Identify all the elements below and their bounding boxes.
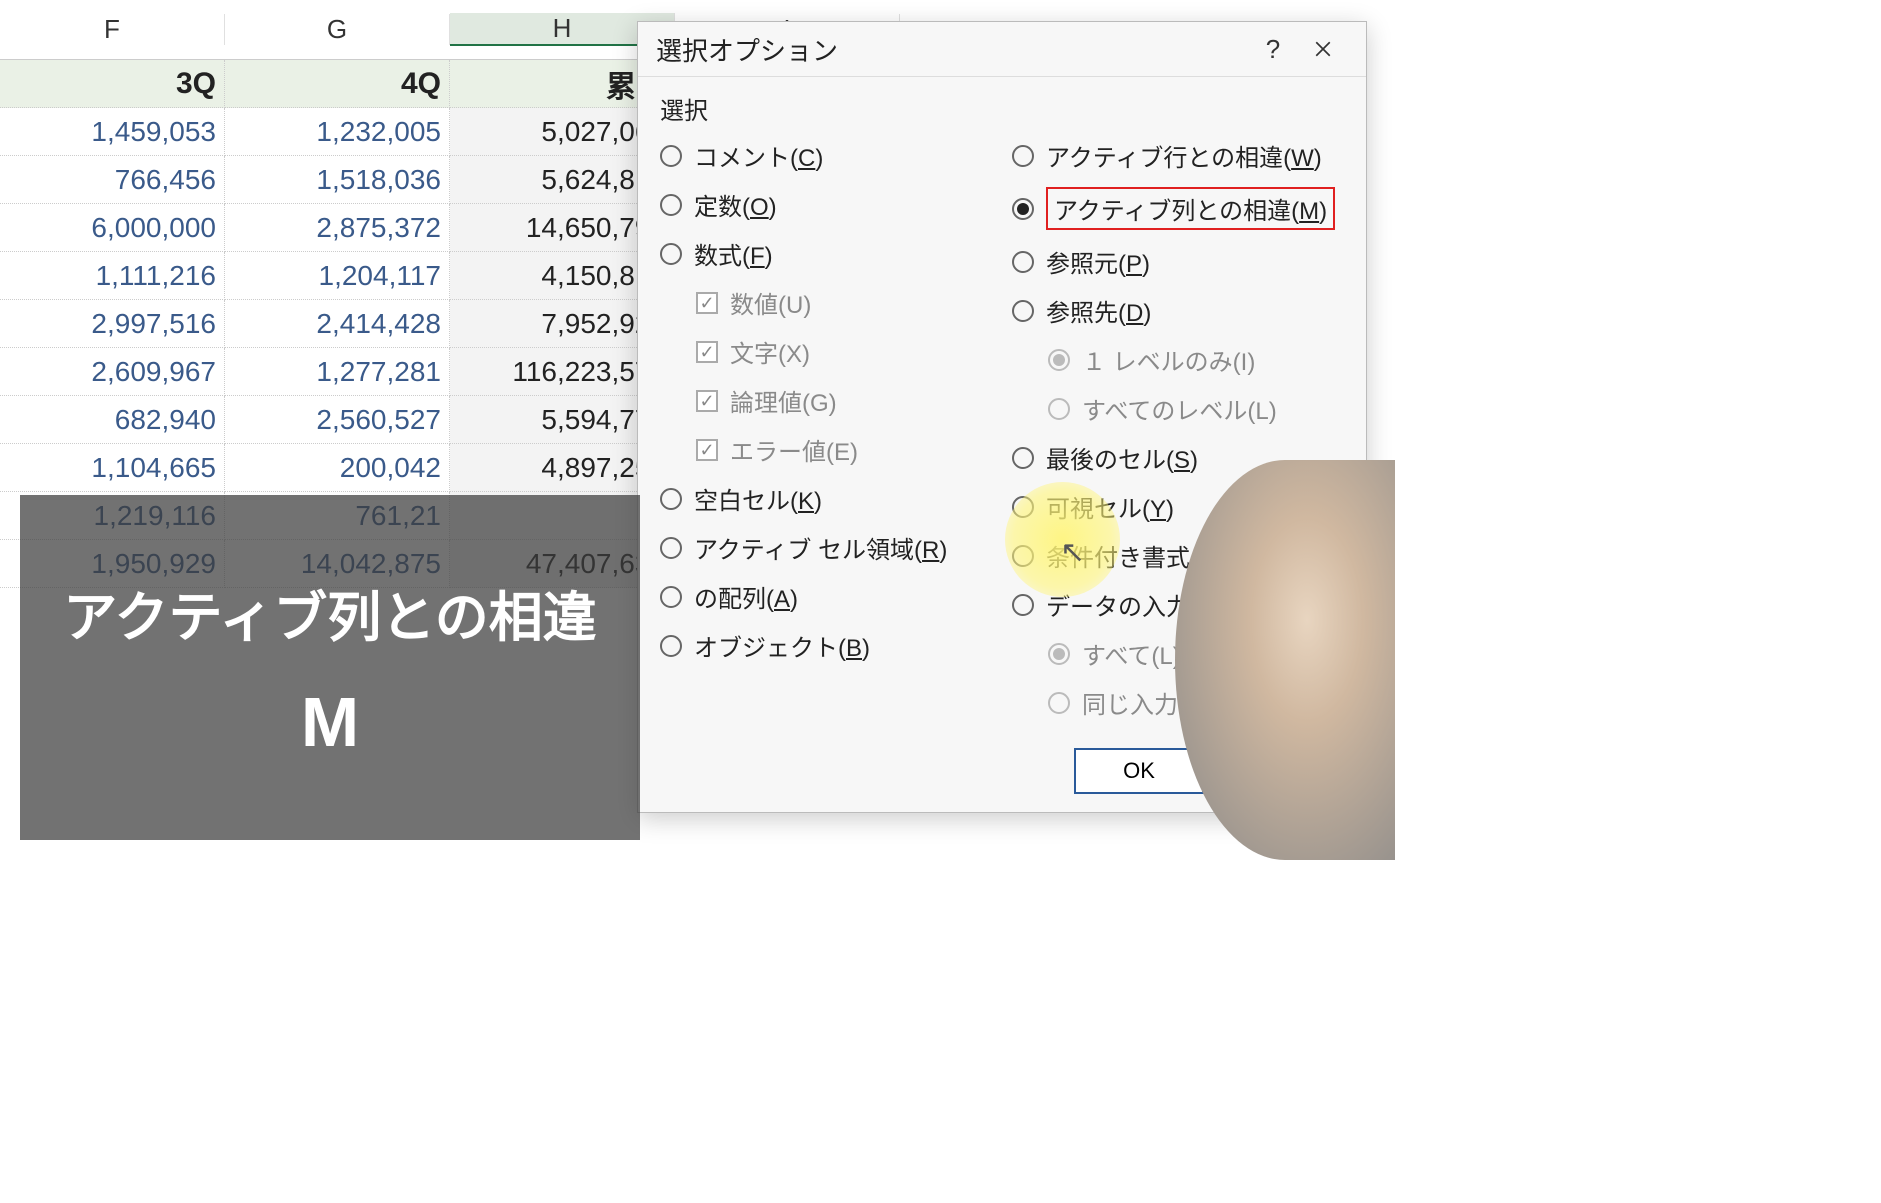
cell[interactable]: 2,875,372 (225, 204, 450, 252)
option-logical: 論理値(G) (696, 383, 992, 418)
checkbox-icon (696, 390, 718, 412)
cell[interactable]: 2,609,967 (0, 348, 225, 396)
radio-icon (1048, 349, 1070, 371)
cell[interactable]: 1,950,929 (0, 540, 225, 588)
cell[interactable]: 1,459,053 (0, 108, 225, 156)
option-precedents[interactable]: 参照元(P) (1012, 244, 1344, 279)
cell[interactable]: 14,042,875 (225, 540, 450, 588)
cell[interactable]: 2,997,516 (0, 300, 225, 348)
option-row-differences[interactable]: アクティブ行との相違(W) (1012, 138, 1344, 173)
option-current-region[interactable]: アクティブ セル領域(R) (660, 530, 992, 565)
option-constants[interactable]: 定数(O) (660, 187, 992, 222)
dialog-title: 選択オプション (656, 31, 1248, 68)
col-header-f[interactable]: F (0, 14, 225, 45)
radio-icon (660, 194, 682, 216)
option-formulas[interactable]: 数式(F) (660, 236, 992, 271)
cell[interactable]: 200,042 (225, 444, 450, 492)
radio-icon (1012, 447, 1034, 469)
option-dependents[interactable]: 参照先(D) (1012, 293, 1344, 328)
cell[interactable]: 1,518,036 (225, 156, 450, 204)
close-icon (1314, 40, 1332, 58)
radio-icon (1048, 692, 1070, 714)
col-header-g[interactable]: G (225, 14, 450, 45)
checkbox-icon (696, 439, 718, 461)
option-blanks[interactable]: 空白セル(K) (660, 481, 992, 516)
header-3q[interactable]: 3Q (0, 60, 225, 108)
header-4q[interactable]: 4Q (225, 60, 450, 108)
radio-icon (1048, 398, 1070, 420)
cell[interactable]: 682,940 (0, 396, 225, 444)
option-comments[interactable]: コメント(C) (660, 138, 992, 173)
option-text: 文字(X) (696, 334, 992, 369)
checkbox-icon (696, 292, 718, 314)
option-errors: エラー値(E) (696, 432, 992, 467)
help-button[interactable]: ? (1248, 29, 1298, 69)
option-all-levels: すべてのレベル(L) (1048, 391, 1344, 426)
cell[interactable]: 2,414,428 (225, 300, 450, 348)
option-numbers: 数値(U) (696, 285, 992, 320)
cell[interactable]: 1,232,005 (225, 108, 450, 156)
checkbox-icon (696, 341, 718, 363)
option-objects[interactable]: オブジェクト(B) (660, 628, 992, 663)
radio-icon (660, 488, 682, 510)
radio-icon (1012, 145, 1034, 167)
cell[interactable]: 1,204,117 (225, 252, 450, 300)
radio-icon (1012, 496, 1034, 518)
close-button[interactable] (1298, 29, 1348, 69)
option-direct-only: １ レベルのみ(I) (1048, 342, 1344, 377)
radio-icon (1012, 545, 1034, 567)
radio-icon (660, 586, 682, 608)
cell[interactable]: 1,277,281 (225, 348, 450, 396)
radio-icon (660, 145, 682, 167)
radio-icon (1048, 643, 1070, 665)
radio-icon (1012, 300, 1034, 322)
caption-line-2: M (301, 682, 359, 762)
cell[interactable]: 1,104,665 (0, 444, 225, 492)
cell[interactable]: 6,000,000 (0, 204, 225, 252)
radio-icon (660, 243, 682, 265)
radio-icon (1012, 594, 1034, 616)
radio-icon (1012, 198, 1034, 220)
ok-button[interactable]: OK (1074, 748, 1204, 794)
cell[interactable]: 2,560,527 (225, 396, 450, 444)
radio-icon (660, 635, 682, 657)
group-label: 選択 (660, 91, 1344, 126)
radio-icon (1012, 251, 1034, 273)
dialog-titlebar[interactable]: 選択オプション ? (638, 22, 1366, 77)
cell[interactable]: 761,21 (225, 492, 450, 540)
cell[interactable]: 1,219,116 (0, 492, 225, 540)
cell[interactable]: 766,456 (0, 156, 225, 204)
cell[interactable]: 1,111,216 (0, 252, 225, 300)
option-current-array[interactable]: の配列(A) (660, 579, 992, 614)
radio-icon (660, 537, 682, 559)
presenter-webcam (1175, 460, 1395, 860)
option-column-differences[interactable]: アクティブ列との相違(M) (1012, 187, 1344, 230)
